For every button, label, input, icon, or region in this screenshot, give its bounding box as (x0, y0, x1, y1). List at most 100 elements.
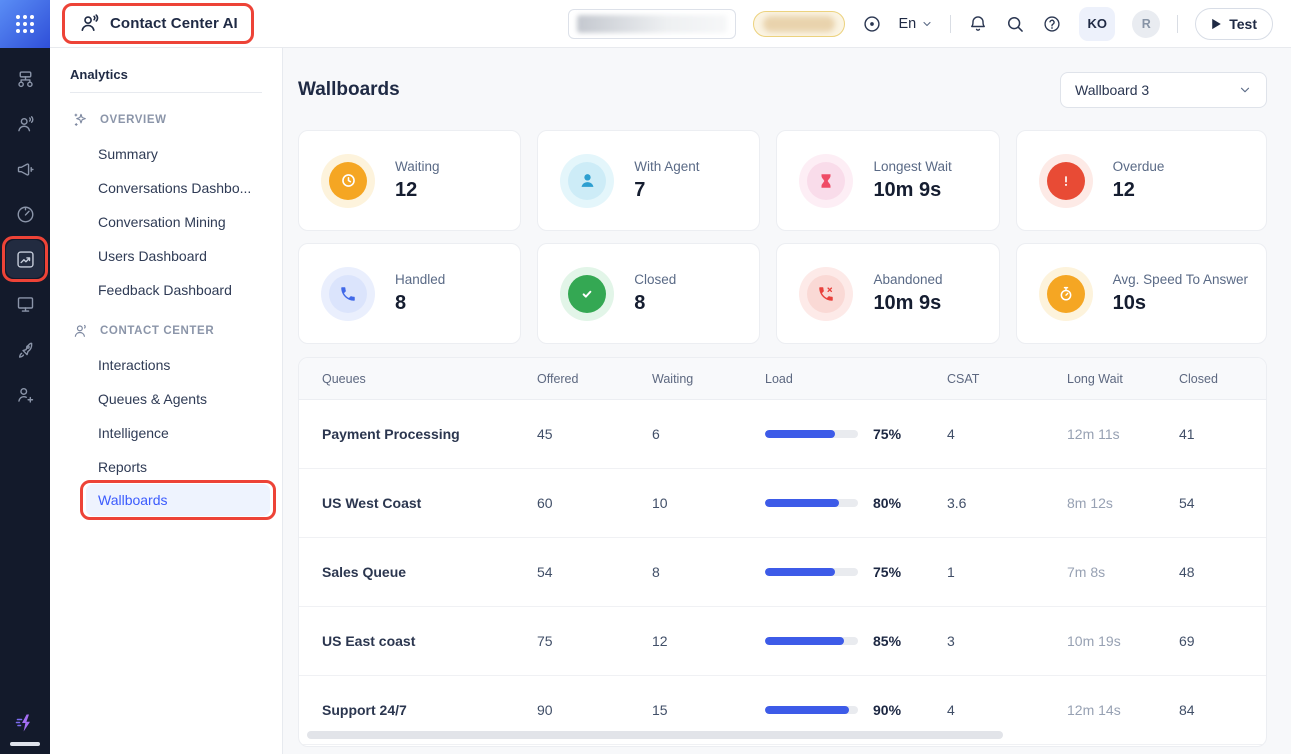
load-percent: 75% (873, 564, 901, 580)
col-csat: CSAT (947, 372, 1067, 386)
offered-value: 54 (537, 564, 652, 580)
kpi-value: 10m 9s (873, 179, 951, 202)
table-row[interactable]: Sales Queue 54 8 75% 1 7m 8s 48 (299, 538, 1266, 607)
table-row[interactable]: US East coast 75 12 85% 3 10m 19s 69 (299, 607, 1266, 676)
load-percent: 80% (873, 495, 901, 511)
section-overview: OVERVIEW (50, 103, 282, 137)
invite-user-icon[interactable] (6, 382, 44, 406)
sidebar-item-users-dashboard[interactable]: Users Dashboard (50, 239, 282, 273)
section-contact-center-label: CONTACT CENTER (100, 325, 214, 337)
language-label: En (899, 16, 917, 32)
kpi-card-overdue: Overdue 12 (1016, 130, 1267, 231)
load-progressbar (765, 499, 858, 507)
test-button[interactable]: Test (1195, 8, 1273, 40)
agent-icon (560, 154, 614, 208)
sidebar-item-queues-agents[interactable]: Queues & Agents (50, 382, 282, 416)
kpi-label: With Agent (634, 159, 699, 174)
closed-value: 41 (1179, 426, 1250, 442)
divider (70, 92, 262, 93)
col-load: Load (765, 372, 947, 386)
people-icon (72, 322, 90, 340)
sidebar-item-reports[interactable]: Reports (50, 450, 282, 484)
csat-value: 4 (947, 702, 1067, 718)
col-queues: Queues (322, 372, 537, 386)
record-icon[interactable] (862, 14, 882, 34)
usage-pill[interactable] (753, 11, 845, 37)
global-search-input[interactable] (568, 9, 736, 39)
long-wait-value: 10m 19s (1067, 633, 1179, 649)
waiting-value: 15 (652, 702, 765, 718)
load-cell: 80% (765, 495, 947, 511)
kpi-label: Waiting (395, 159, 440, 174)
table-row[interactable]: Payment Processing 45 6 75% 4 12m 11s 41 (299, 400, 1266, 469)
queue-name: US East coast (322, 633, 537, 649)
kpi-card-with-agent: With Agent 7 (537, 130, 760, 231)
stopwatch-icon (1039, 267, 1093, 321)
load-cell: 75% (765, 426, 947, 442)
user-initials-badge[interactable]: KO (1079, 7, 1115, 41)
sidebar-item-summary[interactable]: Summary (50, 137, 282, 171)
long-wait-value: 8m 12s (1067, 495, 1179, 511)
help-icon[interactable] (1042, 14, 1062, 34)
kpi-card-longest-wait: Longest Wait 10m 9s (776, 130, 999, 231)
phone-icon (321, 267, 375, 321)
monitor-icon[interactable] (6, 292, 44, 316)
divider (950, 15, 951, 33)
queue-name: Support 24/7 (322, 702, 537, 718)
queue-name: US West Coast (322, 495, 537, 511)
notifications-bell-icon[interactable] (968, 14, 988, 34)
chevron-down-icon (1238, 83, 1252, 97)
app-title: Contact Center AI (110, 15, 238, 32)
table-header: Queues Offered Waiting Load CSAT Long Wa… (299, 358, 1266, 400)
app-launcher-button[interactable] (0, 0, 50, 48)
sidebar-item-interactions[interactable]: Interactions (50, 348, 282, 382)
sidebar-item-wallboards[interactable]: Wallboards (86, 484, 270, 516)
sidebar-item-feedback-dashboard[interactable]: Feedback Dashboard (50, 273, 282, 307)
chevron-down-icon (921, 18, 933, 30)
closed-value: 48 (1179, 564, 1250, 580)
kpi-label: Abandoned (873, 272, 942, 287)
wallboard-select[interactable]: Wallboard 3 (1060, 72, 1267, 108)
waiting-value: 6 (652, 426, 765, 442)
table-row[interactable]: US West Coast 60 10 80% 3.6 8m 12s 54 (299, 469, 1266, 538)
offered-value: 90 (537, 702, 652, 718)
section-contact-center: CONTACT CENTER (50, 314, 282, 348)
closed-value: 84 (1179, 702, 1250, 718)
app-title-annotated[interactable]: Contact Center AI (72, 8, 244, 39)
waiting-value: 10 (652, 495, 765, 511)
gauge-icon[interactable] (6, 202, 44, 226)
kpi-label: Longest Wait (873, 159, 951, 174)
analytics-chart-icon[interactable] (6, 240, 44, 278)
avatar[interactable]: R (1132, 10, 1160, 38)
analytics-sidebar: Analytics OVERVIEW Summary Conversations… (50, 48, 283, 754)
flash-icon[interactable] (13, 711, 37, 735)
campaigns-icon[interactable] (6, 157, 44, 181)
sidebar-item-intelligence[interactable]: Intelligence (50, 416, 282, 450)
offered-value: 45 (537, 426, 652, 442)
blurred-pill-text (763, 16, 835, 32)
sidebar-item-conversations-dashboard[interactable]: Conversations Dashbo... (50, 171, 282, 205)
kpi-card-abandoned: Abandoned 10m 9s (776, 243, 999, 344)
flows-icon[interactable] (6, 67, 44, 91)
horizontal-scrollbar[interactable] (307, 731, 1003, 739)
load-progressbar (765, 706, 858, 714)
kpi-label: Closed (634, 272, 676, 287)
divider (1177, 15, 1178, 33)
queue-name: Sales Queue (322, 564, 537, 580)
col-closed: Closed (1179, 372, 1250, 386)
load-percent: 75% (873, 426, 901, 442)
kpi-label: Overdue (1113, 159, 1165, 174)
search-icon[interactable] (1005, 14, 1025, 34)
kpi-value: 8 (395, 292, 445, 315)
offered-value: 75 (537, 633, 652, 649)
kpi-card-waiting: Waiting 12 (298, 130, 521, 231)
wallboard-select-value: Wallboard 3 (1075, 82, 1149, 98)
csat-value: 4 (947, 426, 1067, 442)
agents-icon[interactable] (6, 112, 44, 136)
sidebar-item-conversation-mining[interactable]: Conversation Mining (50, 205, 282, 239)
icon-rail (0, 48, 50, 754)
rocket-icon[interactable] (6, 337, 44, 361)
page-title: Wallboards (298, 79, 400, 101)
load-cell: 90% (765, 702, 947, 718)
language-selector[interactable]: En (899, 16, 934, 32)
